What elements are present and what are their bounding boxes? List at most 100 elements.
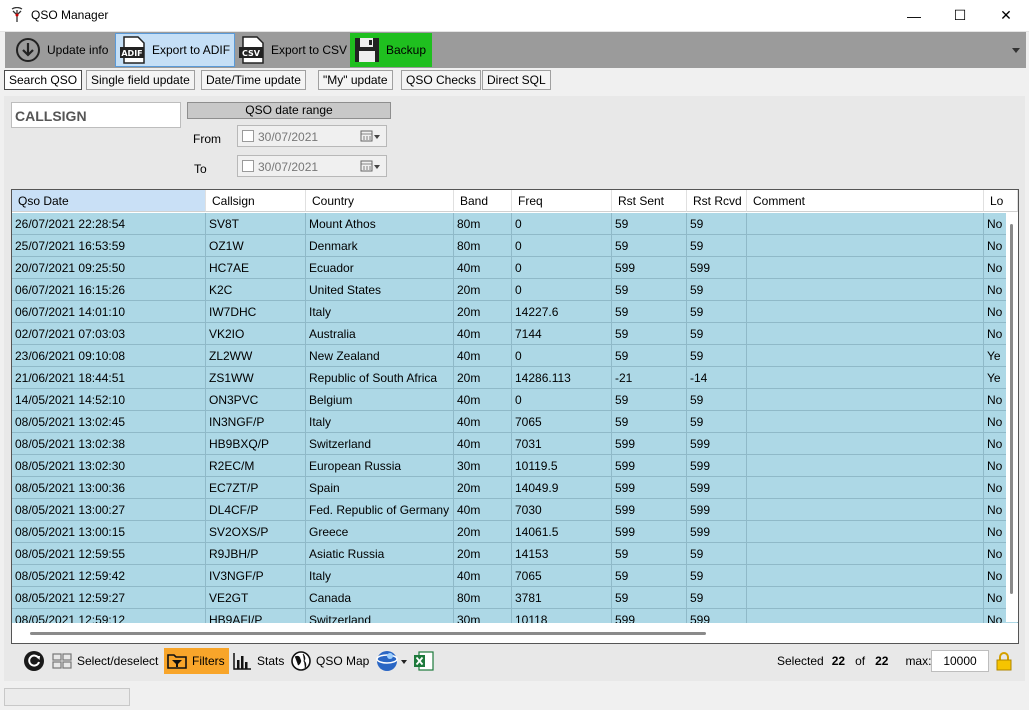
table-cell[interactable]: 08/05/2021 12:59:42 [12, 565, 206, 587]
table-cell[interactable]: 59 [612, 279, 687, 301]
table-cell[interactable]: 0 [512, 235, 612, 257]
table-cell[interactable]: 3781 [512, 587, 612, 609]
google-earth-button[interactable] [375, 648, 409, 674]
table-cell[interactable]: 20/07/2021 09:25:50 [12, 257, 206, 279]
table-row[interactable]: 06/07/2021 16:15:26 K2C United States 20m 0 5… [12, 279, 1018, 301]
table-cell[interactable]: 599 [612, 499, 687, 521]
table-cell[interactable]: 59 [612, 411, 687, 433]
table-cell[interactable]: 40m [454, 433, 512, 455]
table-cell[interactable]: Italy [306, 565, 454, 587]
table-cell[interactable]: Switzerland [306, 433, 454, 455]
table-cell[interactable] [747, 477, 984, 499]
table-cell[interactable]: 59 [612, 235, 687, 257]
table-row[interactable]: 08/05/2021 13:02:30 R2EC/M European Russia… [12, 455, 1018, 477]
table-cell[interactable]: Greece [306, 521, 454, 543]
table-cell[interactable]: 59 [687, 565, 747, 587]
table-cell[interactable]: 599 [687, 433, 747, 455]
table-cell[interactable]: 40m [454, 323, 512, 345]
table-row[interactable]: 06/07/2021 14:01:10 IW7DHC Italy 20m 14227.6… [12, 301, 1018, 323]
column-header[interactable]: Lo [984, 190, 1018, 212]
table-row[interactable]: 08/05/2021 13:02:38 HB9BXQ/P Switzerland 40… [12, 433, 1018, 455]
table-row[interactable]: 26/07/2021 22:28:54 SV8T Mount Athos 80m 0 59… [12, 213, 1018, 235]
table-cell[interactable]: -21 [612, 367, 687, 389]
table-cell[interactable]: Canada [306, 587, 454, 609]
export-csv-button[interactable]: CSV Export to CSV [237, 33, 347, 67]
table-cell[interactable]: Fed. Republic of Germany [306, 499, 454, 521]
table-cell[interactable]: Italy [306, 411, 454, 433]
callsign-input[interactable]: CALLSIGN [11, 102, 181, 128]
calendar-dropdown-icon[interactable] [360, 130, 382, 143]
table-cell[interactable]: HB9BXQ/P [206, 433, 306, 455]
table-cell[interactable]: EC7ZT/P [206, 477, 306, 499]
table-cell[interactable]: 599 [612, 521, 687, 543]
table-row[interactable]: 02/07/2021 07:03:03 VK2IO Australia 40m 7144… [12, 323, 1018, 345]
table-cell[interactable]: 59 [612, 587, 687, 609]
table-cell[interactable]: 599 [687, 477, 747, 499]
table-cell[interactable]: 59 [687, 543, 747, 565]
tab-search-qso[interactable]: Search QSO [4, 70, 83, 90]
table-cell[interactable]: Ecuador [306, 257, 454, 279]
table-cell[interactable]: 59 [687, 301, 747, 323]
column-header[interactable]: Band [454, 190, 512, 212]
table-cell[interactable]: K2C [206, 279, 306, 301]
table-cell[interactable]: 59 [687, 411, 747, 433]
table-cell[interactable]: 7065 [512, 411, 612, 433]
table-cell[interactable]: 59 [687, 323, 747, 345]
table-cell[interactable]: 14286.113 [512, 367, 612, 389]
table-cell[interactable]: 59 [612, 345, 687, 367]
column-header[interactable]: Callsign [206, 190, 306, 212]
column-header[interactable]: Freq [512, 190, 612, 212]
table-cell[interactable]: SV8T [206, 213, 306, 235]
table-cell[interactable]: 59 [612, 543, 687, 565]
table-row[interactable]: 08/05/2021 13:00:36 EC7ZT/P Spain 20m 14049.… [12, 477, 1018, 499]
table-cell[interactable]: Denmark [306, 235, 454, 257]
table-cell[interactable] [747, 411, 984, 433]
table-cell[interactable] [747, 389, 984, 411]
table-cell[interactable]: 599 [687, 521, 747, 543]
table-row[interactable]: 08/05/2021 12:59:27 VE2GT Canada 80m 3781 59 5… [12, 587, 1018, 609]
table-cell[interactable]: 40m [454, 411, 512, 433]
table-cell[interactable]: 08/05/2021 13:00:15 [12, 521, 206, 543]
tab-qso-checks[interactable]: QSO Checks [401, 70, 482, 90]
table-cell[interactable]: 08/05/2021 13:02:45 [12, 411, 206, 433]
table-cell[interactable]: 59 [687, 345, 747, 367]
table-cell[interactable] [747, 235, 984, 257]
table-cell[interactable] [747, 499, 984, 521]
table-row[interactable]: 20/07/2021 09:25:50 HC7AE Ecuador 40m 0 599 59… [12, 257, 1018, 279]
qso-grid[interactable]: Qso Date Callsign Country Band Freq Rst Sent R… [11, 189, 1019, 644]
table-row[interactable]: 14/05/2021 14:52:10 ON3PVC Belgium 40m 0 59 59… [12, 389, 1018, 411]
table-cell[interactable]: 14061.5 [512, 521, 612, 543]
table-cell[interactable]: 599 [687, 455, 747, 477]
refresh-button[interactable] [23, 648, 49, 674]
table-cell[interactable]: 20m [454, 367, 512, 389]
column-header[interactable]: Qso Date [12, 190, 206, 212]
table-row[interactable]: 21/06/2021 18:44:51 ZS1WW Republic of Sout… [12, 367, 1018, 389]
horizontal-scrollbar[interactable] [12, 623, 1018, 643]
maximize-button[interactable]: ☐ [937, 0, 983, 31]
table-cell[interactable] [747, 543, 984, 565]
column-header[interactable]: Rst Sent [612, 190, 687, 212]
table-cell[interactable]: 06/07/2021 14:01:10 [12, 301, 206, 323]
table-cell[interactable]: 26/07/2021 22:28:54 [12, 213, 206, 235]
table-cell[interactable]: 20m [454, 521, 512, 543]
table-cell[interactable]: 0 [512, 257, 612, 279]
table-row[interactable]: 08/05/2021 13:00:27 DL4CF/P Fed. Republic … [12, 499, 1018, 521]
table-cell[interactable]: VK2IO [206, 323, 306, 345]
table-cell[interactable]: IV3NGF/P [206, 565, 306, 587]
table-row[interactable]: 08/05/2021 13:00:15 SV2OXS/P Greece 20m 1406… [12, 521, 1018, 543]
table-cell[interactable]: 20m [454, 543, 512, 565]
table-cell[interactable]: IN3NGF/P [206, 411, 306, 433]
table-cell[interactable]: 14049.9 [512, 477, 612, 499]
from-date-checkbox[interactable] [242, 130, 254, 142]
max-input[interactable]: 10000 [931, 650, 989, 672]
table-cell[interactable]: 20m [454, 279, 512, 301]
table-cell[interactable]: 14/05/2021 14:52:10 [12, 389, 206, 411]
table-cell[interactable]: 59 [612, 323, 687, 345]
table-cell[interactable] [747, 455, 984, 477]
table-cell[interactable]: United States [306, 279, 454, 301]
table-cell[interactable]: 40m [454, 499, 512, 521]
table-row[interactable]: 25/07/2021 16:53:59 OZ1W Denmark 80m 0 59 59 No [12, 235, 1018, 257]
table-cell[interactable]: 08/05/2021 12:59:55 [12, 543, 206, 565]
table-row[interactable]: 08/05/2021 12:59:42 IV3NGF/P Italy 40m 7065 5… [12, 565, 1018, 587]
tab-date-time-update[interactable]: Date/Time update [201, 70, 306, 90]
